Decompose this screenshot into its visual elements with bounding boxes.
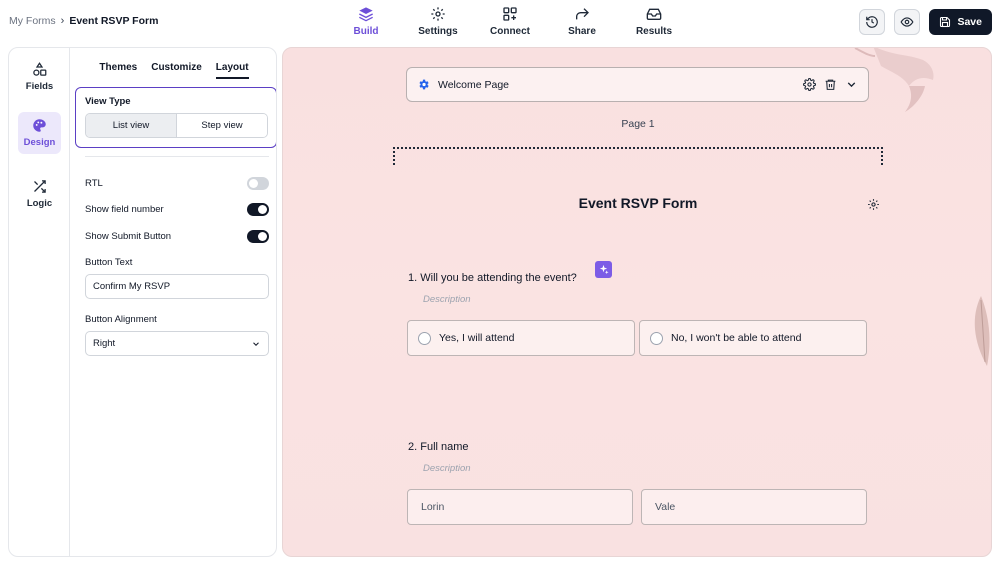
- question-2-label: Full name: [420, 441, 469, 453]
- step-view-option[interactable]: Step view: [176, 114, 267, 137]
- welcome-actions: [803, 78, 858, 91]
- nav-connect-label: Connect: [490, 26, 530, 37]
- palette-icon: [33, 119, 46, 132]
- rail-fields-label: Fields: [25, 81, 54, 92]
- sparkle-icon: [599, 264, 609, 275]
- nav-results-label: Results: [635, 26, 673, 37]
- connect-icon: [503, 7, 517, 21]
- question-2-description[interactable]: Description: [423, 463, 471, 474]
- question-1-text[interactable]: 1. Will you be attending the event?: [408, 272, 577, 284]
- save-label: Save: [957, 16, 982, 28]
- show-field-number-toggle[interactable]: [247, 202, 269, 216]
- tab-themes[interactable]: Themes: [99, 62, 137, 79]
- form-title[interactable]: Event RSVP Form: [283, 195, 991, 211]
- chevron-down-icon[interactable]: [845, 78, 858, 91]
- nav-build[interactable]: Build: [330, 6, 402, 37]
- save-button[interactable]: Save: [929, 9, 992, 35]
- tab-layout[interactable]: Layout: [215, 62, 249, 79]
- choice-yes-label: Yes, I will attend: [439, 332, 515, 344]
- page-drop-zone: [393, 147, 883, 165]
- show-submit-row: Show Submit Button: [85, 228, 269, 244]
- gear-icon: [431, 7, 445, 21]
- settings-gear-icon[interactable]: [803, 78, 816, 91]
- settings-panel: Themes Customize Layout View Type List v…: [71, 48, 276, 556]
- nav-connect[interactable]: Connect: [474, 6, 546, 37]
- first-name-input[interactable]: Lorin: [407, 489, 633, 525]
- button-alignment-label: Button Alignment: [85, 314, 157, 325]
- view-type-group: View Type List view Step view: [75, 87, 276, 148]
- eye-icon: [900, 17, 914, 27]
- tab-customize[interactable]: Customize: [151, 62, 202, 79]
- show-submit-toggle[interactable]: [247, 229, 269, 243]
- gear-icon: [419, 79, 429, 90]
- page-label: Page 1: [621, 118, 655, 130]
- left-panel: Fields Design Logic Themes Customize Lay…: [8, 47, 277, 557]
- view-type-label: View Type: [85, 96, 131, 107]
- nav-share-label: Share: [568, 26, 596, 37]
- question-1-number: 1.: [408, 272, 418, 284]
- nav-build-label: Build: [353, 26, 379, 37]
- show-field-number-row: Show field number: [85, 201, 269, 217]
- question-1-description[interactable]: Description: [423, 294, 471, 305]
- breadcrumb-separator: ›: [60, 15, 65, 27]
- history-icon: [866, 16, 879, 28]
- nav-settings[interactable]: Settings: [402, 6, 474, 37]
- save-icon: [940, 16, 951, 28]
- side-rail: Fields Design Logic: [9, 48, 70, 556]
- choice-yes[interactable]: Yes, I will attend: [407, 320, 635, 356]
- inbox-icon: [646, 8, 662, 20]
- title-settings-icon[interactable]: [867, 198, 880, 211]
- breadcrumb-current: Event RSVP Form: [69, 15, 159, 27]
- rail-logic-label: Logic: [26, 198, 53, 209]
- rtl-label: RTL: [85, 177, 103, 189]
- button-alignment-value: Right: [93, 338, 116, 349]
- trash-icon[interactable]: [824, 78, 837, 91]
- top-actions: Save: [859, 9, 992, 35]
- choice-no[interactable]: No, I won't be able to attend: [639, 320, 867, 356]
- view-type-toggle: List view Step view: [85, 113, 268, 138]
- question-2-number: 2.: [408, 441, 418, 453]
- nav-share[interactable]: Share: [546, 6, 618, 37]
- main-nav: Build Settings Connect Share Results: [330, 6, 690, 37]
- top-bar: My Forms › Event RSVP Form Build Setting…: [0, 0, 1000, 44]
- choice-no-label: No, I won't be able to attend: [671, 332, 802, 344]
- shapes-icon: [33, 62, 47, 76]
- layers-icon: [359, 7, 373, 22]
- button-alignment-select[interactable]: Right: [85, 331, 269, 356]
- chevron-down-icon: [253, 341, 259, 346]
- design-subtabs: Themes Customize Layout: [71, 62, 276, 79]
- rail-logic[interactable]: Logic: [18, 173, 61, 215]
- radio-circle: [418, 331, 431, 345]
- history-button[interactable]: [859, 9, 886, 35]
- ai-sparkle-button[interactable]: [595, 261, 612, 278]
- breadcrumb-my-forms[interactable]: My Forms: [9, 15, 56, 27]
- rail-fields[interactable]: Fields: [18, 56, 61, 98]
- show-submit-label: Show Submit Button: [85, 230, 172, 242]
- welcome-page-label: Welcome Page: [438, 78, 510, 91]
- share-icon: [576, 8, 589, 20]
- rail-design-label: Design: [23, 137, 56, 148]
- form-canvas: Welcome Page Page 1 Event RSVP Form 1. W…: [282, 47, 992, 557]
- rtl-toggle[interactable]: [247, 176, 269, 190]
- nav-settings-label: Settings: [418, 26, 458, 37]
- breadcrumb: My Forms › Event RSVP Form: [9, 15, 158, 27]
- question-1-label: Will you be attending the event?: [420, 272, 577, 284]
- button-text-input[interactable]: Confirm My RSVP: [85, 274, 269, 299]
- divider: [85, 156, 269, 157]
- last-name-input[interactable]: Vale: [641, 489, 867, 525]
- button-text-label: Button Text: [85, 257, 133, 268]
- leaf-decoration: [974, 296, 990, 366]
- show-field-number-label: Show field number: [85, 203, 164, 215]
- nav-results[interactable]: Results: [618, 6, 690, 37]
- question-2-text[interactable]: 2. Full name: [408, 441, 469, 453]
- rail-design[interactable]: Design: [18, 112, 61, 154]
- welcome-page-bar[interactable]: Welcome Page: [406, 67, 869, 102]
- rtl-row: RTL: [85, 175, 269, 191]
- preview-button[interactable]: [894, 9, 921, 35]
- shuffle-icon: [34, 180, 46, 193]
- radio-circle: [650, 331, 663, 345]
- list-view-option[interactable]: List view: [86, 114, 176, 137]
